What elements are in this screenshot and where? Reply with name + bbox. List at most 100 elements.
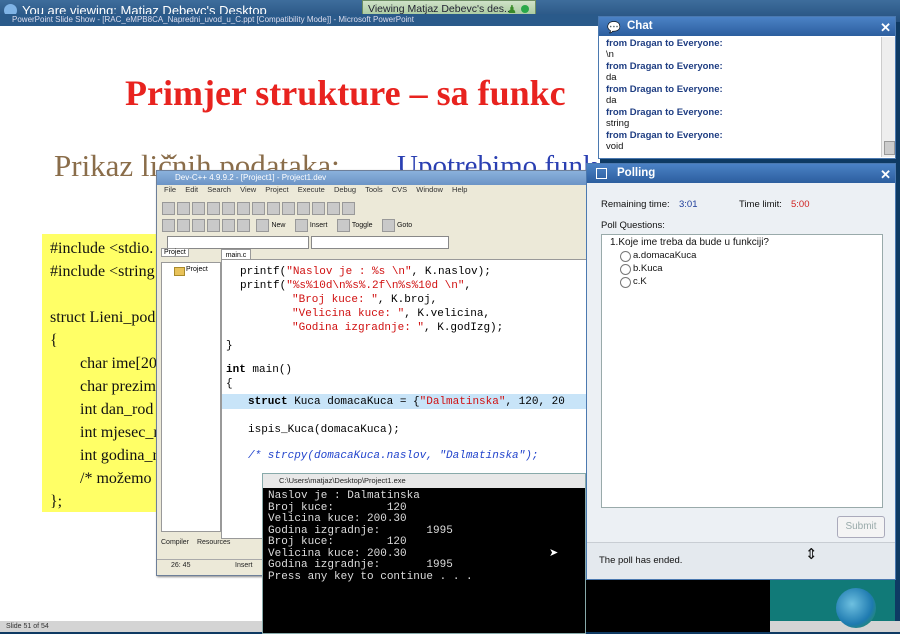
- code-token: , 120, 20: [505, 396, 565, 408]
- desktop-wallpaper: [770, 578, 895, 628]
- member-combo[interactable]: [311, 236, 449, 249]
- menu-help[interactable]: Help: [452, 185, 467, 194]
- polling-close-icon[interactable]: ✕: [880, 165, 891, 184]
- cursor-position: 26: 45: [171, 562, 191, 569]
- resize-cursor-icon: ⇕: [805, 546, 818, 563]
- run-icon[interactable]: [327, 202, 340, 216]
- code-token: , K.naslov);: [411, 266, 491, 278]
- menu-cvs[interactable]: CVS: [392, 185, 407, 194]
- goto-icon[interactable]: [381, 219, 395, 233]
- polling-header: Polling ✕: [587, 164, 895, 183]
- chat-text: string: [606, 118, 630, 129]
- chat-sender: from Dragan to Everyone:: [606, 38, 723, 49]
- code-line: int dan_rod: [80, 401, 154, 418]
- code-line-5: "Godina izgradnje: ", K.godIzg);: [292, 322, 503, 334]
- chat-scroll-thumb[interactable]: [884, 141, 895, 155]
- open-icon[interactable]: [177, 202, 190, 216]
- compile-icon[interactable]: [312, 202, 325, 216]
- option-c-radio[interactable]: [620, 277, 631, 288]
- code-line-8: {: [226, 378, 233, 390]
- close-icon[interactable]: [222, 202, 235, 216]
- option-a-radio[interactable]: [620, 251, 631, 262]
- debug-icon[interactable]: [342, 202, 355, 216]
- grid-icon[interactable]: [162, 219, 175, 233]
- chat-scrollbar[interactable]: [881, 37, 895, 157]
- menu-file[interactable]: File: [164, 185, 176, 194]
- find-icon[interactable]: [282, 202, 295, 216]
- menu-execute[interactable]: Execute: [298, 185, 325, 194]
- grid-icon[interactable]: [192, 219, 205, 233]
- code-line-6: }: [226, 340, 233, 352]
- code-token: , K.broj,: [377, 294, 438, 306]
- code-token: printf(: [240, 266, 287, 278]
- option-a-label[interactable]: a.domacaKuca: [633, 250, 696, 261]
- save-icon[interactable]: [192, 202, 205, 216]
- poll-status-bar: The poll has ended. ⇕: [587, 542, 895, 579]
- submit-button[interactable]: Submit: [837, 516, 885, 538]
- save-all-icon[interactable]: [207, 202, 220, 216]
- insert-button[interactable]: Insert: [310, 222, 328, 229]
- code-token: , K.godIzg);: [424, 322, 504, 334]
- new-file-icon[interactable]: [162, 202, 175, 216]
- chat-text: \n: [606, 49, 614, 60]
- globe-icon: [836, 588, 876, 628]
- code-string: "Dalmatinska": [419, 396, 506, 408]
- chat-text: void: [606, 141, 624, 152]
- menu-debug[interactable]: Debug: [334, 185, 356, 194]
- code-line: char ime[20: [80, 355, 157, 372]
- option-c-label[interactable]: c.K: [633, 276, 647, 287]
- slide-counter: Slide 51 of 54: [6, 623, 49, 630]
- menu-view[interactable]: View: [240, 185, 256, 194]
- code-string: "%s%10d\n%s%.2f\n%s%10d \n": [286, 280, 465, 292]
- chat-message: from Dragan to Everyone: da: [606, 84, 723, 106]
- resources-tab[interactable]: Resources: [197, 539, 230, 546]
- poll-questions-box: 1.Koje ime treba da bude u funkciji? a.d…: [601, 234, 883, 508]
- menu-tools[interactable]: Tools: [365, 185, 383, 194]
- menu-search[interactable]: Search: [207, 185, 231, 194]
- console-title-bar: C:\Users\matjaz\Desktop\Project1.exe: [263, 474, 585, 488]
- console-window[interactable]: C:\Users\matjaz\Desktop\Project1.exe Nas…: [262, 473, 586, 634]
- project-tabs: Project: [161, 248, 215, 261]
- compiler-tab[interactable]: Compiler: [161, 539, 189, 546]
- toggle-icon[interactable]: [336, 219, 350, 233]
- console-line: Naslov je : Dalmatinska: [268, 490, 420, 502]
- check-icon[interactable]: [207, 219, 220, 233]
- undo-icon[interactable]: [252, 202, 265, 216]
- project-panel: Project: [161, 262, 221, 532]
- new-icon[interactable]: [256, 219, 270, 233]
- chat-close-icon[interactable]: ✕: [880, 18, 891, 37]
- chat-message: from Dragan to Everyone: da: [606, 61, 723, 83]
- goto-button[interactable]: Goto: [397, 222, 412, 229]
- about-icon[interactable]: [237, 219, 250, 233]
- desktop-background: [584, 578, 770, 632]
- code-line: #include <stdio.: [50, 240, 154, 257]
- code-string: "Broj kuce: ": [292, 294, 378, 306]
- menu-window[interactable]: Window: [416, 185, 443, 194]
- option-b-radio[interactable]: [620, 264, 631, 275]
- replace-icon[interactable]: [297, 202, 310, 216]
- menu-project[interactable]: Project: [265, 185, 288, 194]
- devcpp-menu-bar: File Edit Search View Project Execute De…: [157, 185, 593, 197]
- insert-icon[interactable]: [294, 219, 308, 233]
- menu-edit[interactable]: Edit: [185, 185, 198, 194]
- code-line: /* možemo: [80, 470, 152, 487]
- new-button[interactable]: New: [271, 222, 285, 229]
- code-line-7: int main(): [226, 364, 292, 376]
- grid-icon[interactable]: [177, 219, 190, 233]
- redo-icon[interactable]: [267, 202, 280, 216]
- status-dot-icon[interactable]: [521, 5, 529, 13]
- code-token: ,: [464, 280, 472, 292]
- code-line: };: [50, 493, 63, 510]
- chat-text: da: [606, 95, 617, 106]
- project-tree-item[interactable]: Project: [186, 266, 208, 273]
- print-icon[interactable]: [237, 202, 250, 216]
- code-line: struct Lieni_pod: [50, 309, 156, 326]
- chat-sender: from Dragan to Everyone:: [606, 84, 723, 95]
- poll-question: 1.Koje ime treba da bude u funkciji?: [610, 237, 769, 248]
- chat-title: Chat: [627, 20, 653, 32]
- toggle-button[interactable]: Toggle: [352, 222, 373, 229]
- poll-status-text: The poll has ended.: [599, 555, 683, 566]
- project-tab[interactable]: Project: [161, 248, 189, 257]
- help-icon[interactable]: [222, 219, 235, 233]
- option-b-label[interactable]: b.Kuca: [633, 263, 663, 274]
